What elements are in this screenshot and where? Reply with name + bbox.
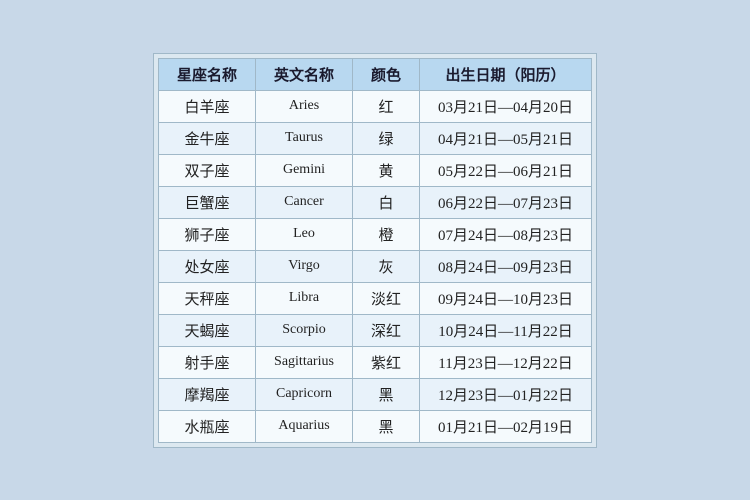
cell-chinese-name: 射手座 bbox=[158, 346, 255, 378]
table-body: 白羊座Aries红03月21日—04月20日金牛座Taurus绿04月21日—0… bbox=[158, 90, 591, 442]
cell-english-name: Taurus bbox=[255, 122, 352, 154]
cell-color: 黄 bbox=[353, 154, 420, 186]
cell-dates: 03月21日—04月20日 bbox=[420, 90, 592, 122]
table-row: 巨蟹座Cancer白06月22日—07月23日 bbox=[158, 186, 591, 218]
table-row: 金牛座Taurus绿04月21日—05月21日 bbox=[158, 122, 591, 154]
cell-english-name: Leo bbox=[255, 218, 352, 250]
cell-english-name: Aquarius bbox=[255, 410, 352, 442]
cell-color: 紫红 bbox=[353, 346, 420, 378]
cell-dates: 11月23日—12月22日 bbox=[420, 346, 592, 378]
cell-dates: 06月22日—07月23日 bbox=[420, 186, 592, 218]
cell-english-name: Capricorn bbox=[255, 378, 352, 410]
cell-color: 深红 bbox=[353, 314, 420, 346]
cell-dates: 01月21日—02月19日 bbox=[420, 410, 592, 442]
cell-chinese-name: 金牛座 bbox=[158, 122, 255, 154]
cell-chinese-name: 天秤座 bbox=[158, 282, 255, 314]
cell-chinese-name: 狮子座 bbox=[158, 218, 255, 250]
cell-chinese-name: 白羊座 bbox=[158, 90, 255, 122]
cell-english-name: Virgo bbox=[255, 250, 352, 282]
cell-chinese-name: 巨蟹座 bbox=[158, 186, 255, 218]
cell-english-name: Scorpio bbox=[255, 314, 352, 346]
cell-dates: 05月22日—06月21日 bbox=[420, 154, 592, 186]
cell-dates: 07月24日—08月23日 bbox=[420, 218, 592, 250]
cell-dates: 04月21日—05月21日 bbox=[420, 122, 592, 154]
cell-dates: 10月24日—11月22日 bbox=[420, 314, 592, 346]
cell-english-name: Cancer bbox=[255, 186, 352, 218]
zodiac-table-container: 星座名称 英文名称 颜色 出生日期（阳历） 白羊座Aries红03月21日—04… bbox=[153, 53, 597, 448]
cell-chinese-name: 双子座 bbox=[158, 154, 255, 186]
table-row: 摩羯座Capricorn黑12月23日—01月22日 bbox=[158, 378, 591, 410]
cell-english-name: Libra bbox=[255, 282, 352, 314]
table-row: 处女座Virgo灰08月24日—09月23日 bbox=[158, 250, 591, 282]
cell-color: 绿 bbox=[353, 122, 420, 154]
cell-color: 白 bbox=[353, 186, 420, 218]
cell-dates: 09月24日—10月23日 bbox=[420, 282, 592, 314]
cell-english-name: Gemini bbox=[255, 154, 352, 186]
cell-english-name: Aries bbox=[255, 90, 352, 122]
header-chinese-name: 星座名称 bbox=[158, 58, 255, 90]
cell-chinese-name: 天蝎座 bbox=[158, 314, 255, 346]
cell-dates: 08月24日—09月23日 bbox=[420, 250, 592, 282]
cell-chinese-name: 处女座 bbox=[158, 250, 255, 282]
table-header-row: 星座名称 英文名称 颜色 出生日期（阳历） bbox=[158, 58, 591, 90]
zodiac-table: 星座名称 英文名称 颜色 出生日期（阳历） 白羊座Aries红03月21日—04… bbox=[158, 58, 592, 443]
table-row: 天秤座Libra淡红09月24日—10月23日 bbox=[158, 282, 591, 314]
cell-color: 黑 bbox=[353, 410, 420, 442]
table-row: 天蝎座Scorpio深红10月24日—11月22日 bbox=[158, 314, 591, 346]
header-color: 颜色 bbox=[353, 58, 420, 90]
table-row: 狮子座Leo橙07月24日—08月23日 bbox=[158, 218, 591, 250]
header-english-name: 英文名称 bbox=[255, 58, 352, 90]
table-row: 双子座Gemini黄05月22日—06月21日 bbox=[158, 154, 591, 186]
cell-dates: 12月23日—01月22日 bbox=[420, 378, 592, 410]
table-row: 水瓶座Aquarius黑01月21日—02月19日 bbox=[158, 410, 591, 442]
header-dates: 出生日期（阳历） bbox=[420, 58, 592, 90]
table-row: 射手座Sagittarius紫红11月23日—12月22日 bbox=[158, 346, 591, 378]
table-row: 白羊座Aries红03月21日—04月20日 bbox=[158, 90, 591, 122]
cell-color: 灰 bbox=[353, 250, 420, 282]
cell-chinese-name: 摩羯座 bbox=[158, 378, 255, 410]
cell-color: 红 bbox=[353, 90, 420, 122]
cell-chinese-name: 水瓶座 bbox=[158, 410, 255, 442]
cell-english-name: Sagittarius bbox=[255, 346, 352, 378]
cell-color: 橙 bbox=[353, 218, 420, 250]
cell-color: 黑 bbox=[353, 378, 420, 410]
cell-color: 淡红 bbox=[353, 282, 420, 314]
